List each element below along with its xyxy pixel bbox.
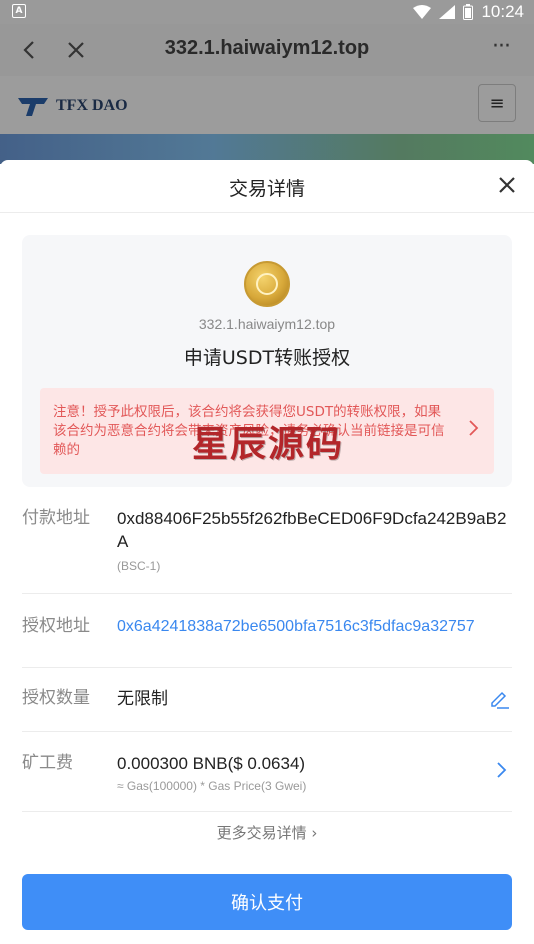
signal-icon	[439, 5, 456, 19]
chevron-right-icon	[497, 762, 507, 778]
site-logo: TFX DAO	[18, 94, 128, 118]
divider	[22, 667, 512, 668]
miner-fee-label: 矿工费	[22, 753, 73, 773]
more-details-link[interactable]: 更多交易详情 ›	[0, 822, 534, 843]
status-icons: 10:24	[413, 0, 524, 24]
divider	[22, 811, 512, 812]
watermark: 星辰源码	[192, 423, 345, 465]
payer-address: 0xd88406F25b55f262fbBeCED06F9Dcfa242B9aB…	[117, 509, 507, 551]
payer-chain: (BSC-1)	[117, 559, 161, 573]
clock: 10:24	[481, 2, 524, 21]
auth-amount-row: 授权数量 无限制	[22, 687, 512, 731]
sheet-title: 交易详情	[228, 178, 305, 200]
auth-address-label: 授权地址	[22, 616, 90, 636]
tfx-logo-icon	[18, 98, 48, 116]
status-bar: A 10:24	[0, 0, 534, 24]
site-menu-button[interactable]: ≡	[478, 84, 516, 122]
miner-fee-formula: ≈ Gas(100000) * Gas Price(3 Gwei)	[117, 779, 307, 793]
auth-amount-label: 授权数量	[22, 688, 90, 708]
auth-action-title: 申请USDT转账授权	[183, 347, 351, 369]
auth-amount-value: 无限制	[117, 689, 168, 708]
miner-fee-row[interactable]: 矿工费 0.000300 BNB($ 0.0634) ≈ Gas(100000)…	[22, 752, 512, 808]
site-navbar: TFX DAO ≡	[0, 76, 534, 134]
payer-row: 付款地址 0xd88406F25b55f262fbBeCED06F9Dcfa24…	[22, 507, 512, 587]
wifi-icon	[413, 5, 432, 19]
sheet-header: 交易详情	[0, 160, 534, 213]
auth-address-link[interactable]: 0x6a4241838a72be6500bfa7516c3f5dfac9a327…	[117, 615, 517, 638]
edit-icon[interactable]	[488, 687, 510, 709]
notification-icon: A	[12, 4, 26, 18]
divider	[22, 593, 512, 594]
miner-fee-value: 0.000300 BNB($ 0.0634)	[117, 754, 306, 773]
close-icon[interactable]	[494, 172, 520, 198]
battery-icon	[463, 4, 474, 20]
divider	[22, 731, 512, 732]
auth-address-row: 授权地址 0x6a4241838a72be6500bfa7516c3f5dfac…	[22, 615, 512, 665]
transaction-sheet: 交易详情 332.1.haiwaiym12.top 申请USDT转账授权 注意！…	[0, 160, 534, 944]
chevron-right-icon	[469, 420, 479, 436]
browser-header: 332.1.haiwaiym12.top ···	[0, 24, 534, 76]
browser-title: 332.1.haiwaiym12.top	[164, 37, 370, 59]
confirm-payment-button[interactable]: 确认支付	[22, 874, 512, 930]
payer-label: 付款地址	[22, 508, 90, 528]
dapp-domain: 332.1.haiwaiym12.top	[198, 316, 336, 332]
more-menu-icon[interactable]: ···	[492, 34, 511, 59]
token-logo-icon	[244, 261, 290, 307]
